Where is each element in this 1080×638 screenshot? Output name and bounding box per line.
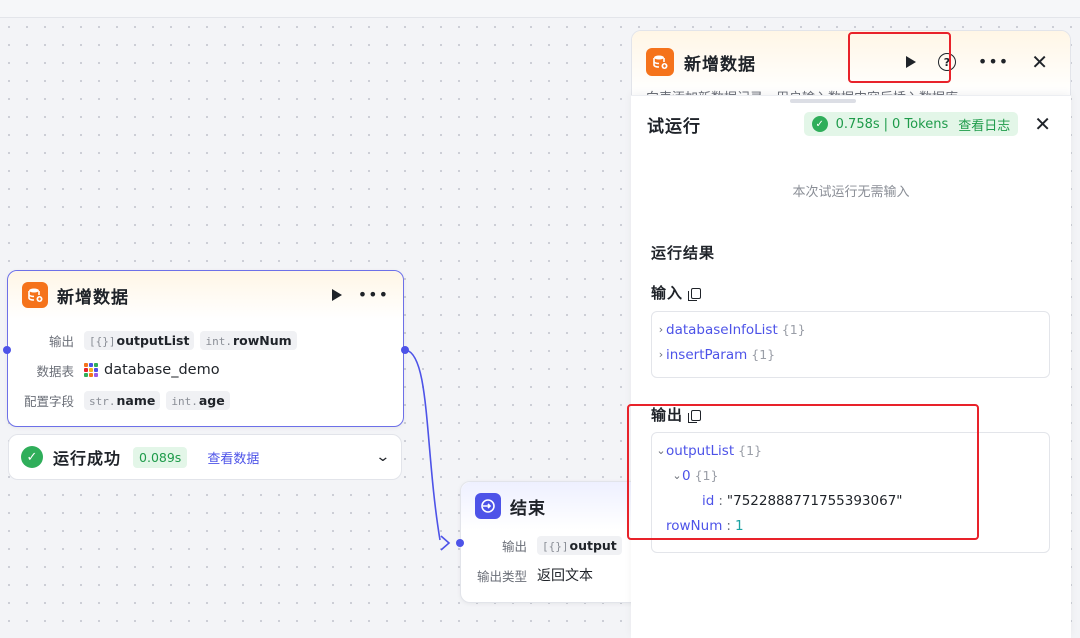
json-line[interactable]: › databaseInfoList {1} — [656, 317, 1045, 342]
trial-run-panel: 试运行 ✓ 0.758s | 0 Tokens 查看日志 ✕ 本次试运行无需输入… — [631, 95, 1071, 638]
check-icon: ✓ — [811, 116, 828, 132]
close-icon[interactable]: ✕ — [1034, 114, 1051, 134]
close-icon[interactable]: ✕ — [1031, 52, 1048, 72]
run-time-badge: 0.089s — [133, 446, 188, 468]
view-data-link[interactable]: 查看数据 — [207, 448, 259, 467]
chevron-down-icon[interactable]: ⌄ — [376, 449, 391, 465]
view-log-link[interactable]: 查看日志 — [958, 115, 1010, 134]
table-grid-icon — [84, 363, 98, 377]
add-data-node-header: 新增数据 ••• — [8, 271, 403, 319]
highlight-box-run-button — [848, 32, 951, 83]
chevron-right-icon[interactable]: › — [656, 323, 666, 336]
end-node-title: 结束 — [510, 498, 546, 519]
output-type-label: 输出类型 — [476, 568, 527, 584]
no-input-hint: 本次试运行无需输入 — [792, 185, 910, 200]
input-section-title: 输入 — [651, 282, 702, 303]
output-handle[interactable] — [401, 346, 409, 354]
field-tag-name: str. name — [84, 390, 161, 410]
input-handle[interactable] — [3, 346, 11, 354]
stats-separator: | — [883, 116, 889, 132]
highlight-box-output — [627, 404, 979, 540]
add-data-node[interactable]: 新增数据 ••• 输出 [{}] outputList int. rowNum 数据… — [7, 270, 404, 427]
run-status-text: 运行成功 — [53, 449, 122, 468]
more-options-icon[interactable]: ••• — [978, 54, 1009, 70]
run-status-bar[interactable]: ✓ 运行成功 0.089s 查看数据 ⌄ — [8, 434, 402, 480]
json-line[interactable]: › insertParam {1} — [656, 342, 1045, 367]
end-output-tag: [{}] output — [537, 535, 622, 555]
run-stats-badge: ✓ 0.758s | 0 Tokens 查看日志 — [803, 112, 1019, 136]
play-icon — [331, 288, 342, 301]
run-node-button[interactable] — [331, 286, 342, 305]
input-json-viewer: › databaseInfoList {1} › insertParam {1} — [651, 311, 1050, 378]
result-title: 运行结果 — [651, 244, 716, 262]
output-tag-rownum: int. rowNum — [200, 330, 297, 350]
run-time: 0.758s — [835, 116, 880, 132]
table-name: database_demo — [104, 362, 220, 378]
chevron-right-icon[interactable]: › — [656, 348, 666, 361]
output-label: 输出 — [48, 333, 74, 349]
check-icon: ✓ — [21, 446, 43, 468]
node-config-title: 新增数据 — [684, 54, 756, 75]
database-add-icon — [646, 48, 674, 76]
token-count: 0 Tokens — [892, 116, 949, 132]
fields-label: 配置字段 — [23, 393, 74, 409]
table-label: 数据表 — [36, 363, 74, 379]
database-add-icon — [22, 282, 48, 308]
panel-drag-handle[interactable] — [790, 99, 856, 103]
output-tag-outputlist: [{}] outputList — [84, 330, 195, 350]
node-title: 新增数据 — [57, 287, 129, 308]
copy-icon[interactable] — [688, 288, 702, 301]
end-icon — [475, 493, 501, 519]
more-options-icon[interactable]: ••• — [358, 287, 389, 303]
end-output-label: 输出 — [501, 538, 527, 554]
field-tag-age: int. age — [166, 390, 230, 410]
trial-run-title: 试运行 — [647, 116, 701, 137]
end-input-handle[interactable] — [456, 539, 464, 547]
output-type-value: 返回文本 — [537, 568, 593, 584]
